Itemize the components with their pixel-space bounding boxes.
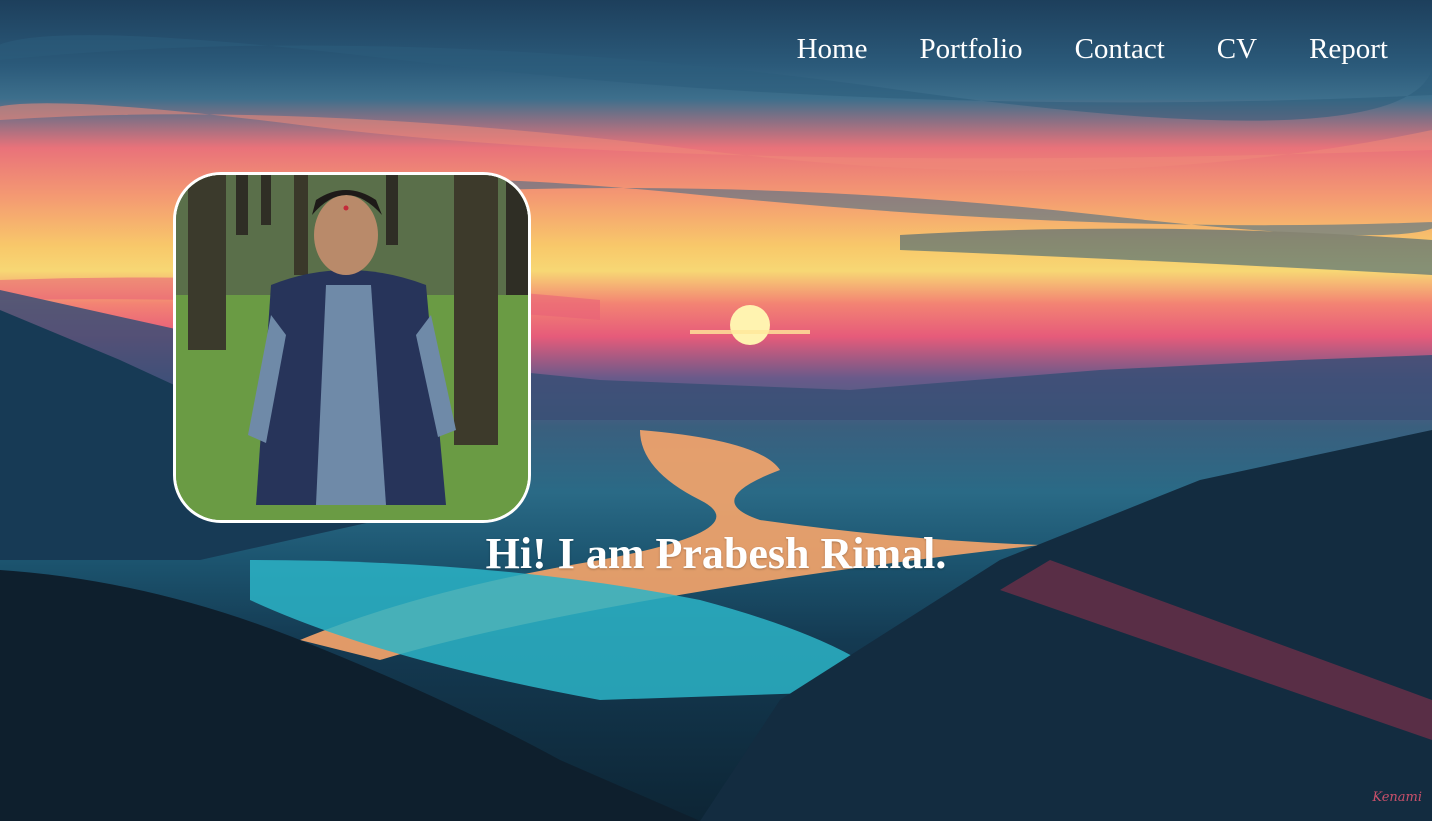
nav-link-portfolio[interactable]: Portfolio [919, 30, 1022, 68]
nav-link-cv[interactable]: CV [1217, 30, 1257, 68]
profile-photo [173, 172, 531, 523]
nav-link-contact[interactable]: Contact [1075, 30, 1165, 68]
artist-signature: Kenami [1372, 790, 1422, 805]
nav-link-report[interactable]: Report [1309, 30, 1388, 68]
main-nav: Home Portfolio Contact CV Report [797, 30, 1388, 68]
hero-title: Hi! I am Prabesh Rimal. [485, 529, 947, 578]
nav-link-home[interactable]: Home [797, 30, 868, 68]
profile-photo-art [176, 175, 528, 520]
